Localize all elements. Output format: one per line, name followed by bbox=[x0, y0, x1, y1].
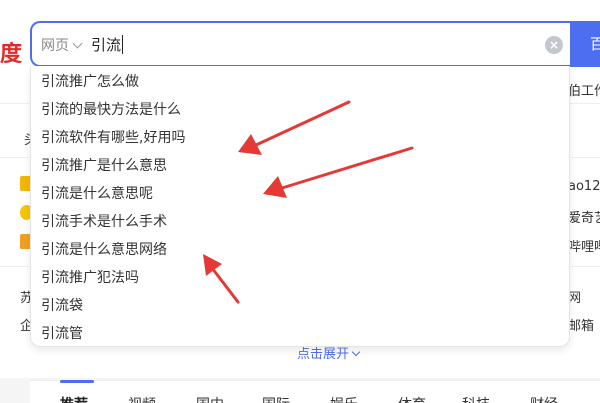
annotation-arrow-1 bbox=[238, 100, 351, 155]
annotation-arrow-3 bbox=[203, 254, 240, 304]
annotation-arrow-2 bbox=[263, 146, 414, 198]
annotation-arrows bbox=[203, 100, 414, 304]
